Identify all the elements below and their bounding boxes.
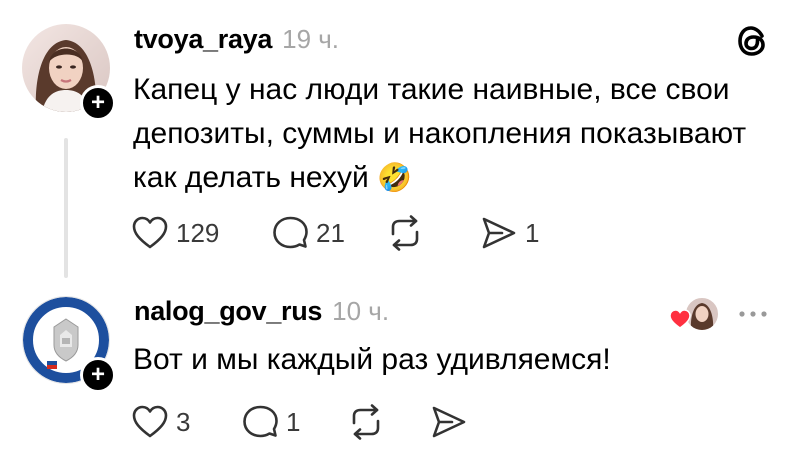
- reply-follow-button[interactable]: +: [80, 357, 116, 393]
- post-header: tvoya_raya 19 ч.: [134, 24, 339, 55]
- repost-button[interactable]: [385, 215, 425, 251]
- follow-button[interactable]: +: [80, 85, 116, 121]
- repost-icon: [391, 215, 419, 251]
- comment-button[interactable]: 21: [271, 215, 345, 251]
- share-count: 1: [525, 217, 540, 248]
- plus-icon: +: [90, 361, 105, 388]
- reply-like-button[interactable]: 3: [131, 404, 190, 440]
- heart-icon: [132, 216, 168, 249]
- send-icon: [482, 217, 516, 249]
- reply-comment-button[interactable]: 1: [241, 404, 300, 440]
- reply-repost-button[interactable]: [346, 404, 386, 440]
- comment-icon: [273, 216, 308, 249]
- reply-username[interactable]: nalog_gov_rus: [134, 296, 322, 327]
- reply-share-button[interactable]: [430, 404, 468, 440]
- heart-icon: [132, 405, 168, 438]
- post-text: Капец у нас люди такие наивные, все свои…: [133, 68, 773, 200]
- like-button[interactable]: 129: [131, 215, 219, 251]
- post-text-content: Капец у нас люди такие наивные, все свои…: [133, 73, 747, 194]
- reply-header: nalog_gov_rus 10 ч.: [134, 296, 389, 327]
- rofl-emoji: 🤣: [377, 162, 412, 193]
- reply-text: Вот и мы каждый раз удивляемся!: [133, 343, 611, 376]
- comment-icon: [243, 405, 278, 438]
- threads-logo-icon[interactable]: [735, 24, 769, 58]
- reply-time: 10 ч.: [332, 296, 390, 326]
- reply-comment-count: 1: [286, 406, 301, 437]
- more-dots-icon[interactable]: [737, 306, 769, 317]
- comment-count: 21: [316, 217, 345, 248]
- send-icon: [432, 406, 466, 438]
- thread-connector-line: [64, 138, 68, 278]
- red-heart-icon: [669, 309, 691, 329]
- repost-icon: [352, 404, 380, 440]
- reply-like-count: 3: [176, 406, 191, 437]
- plus-icon: +: [90, 89, 105, 116]
- liked-by-author-icon: [668, 294, 720, 332]
- post-username[interactable]: tvoya_raya: [134, 24, 272, 55]
- like-count: 129: [176, 217, 220, 248]
- share-button[interactable]: 1: [480, 215, 539, 251]
- post-time: 19 ч.: [282, 24, 340, 54]
